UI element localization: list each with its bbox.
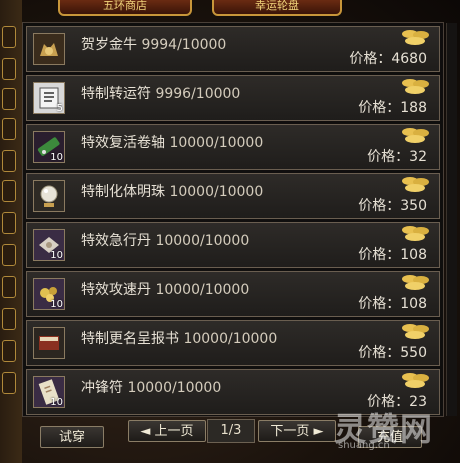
item-name: 特制更名呈报书 10000/10000 [81, 331, 278, 347]
item-price: 价格：550 [358, 345, 427, 361]
scrollbar[interactable] [446, 23, 457, 416]
item-price: 价格：32 [367, 149, 427, 165]
gold-ingot-icon [402, 177, 429, 192]
gold-ingot-icon [402, 275, 429, 290]
shop-item[interactable]: 5 特制转运符 9996/10000 价格：188 [26, 75, 440, 121]
item-price: 价格：350 [358, 198, 427, 214]
item-price: 价格：188 [358, 100, 427, 116]
hotbar-slot[interactable] [2, 88, 16, 110]
speed-pill-icon: 10 [33, 229, 65, 261]
item-price: 价格：108 [358, 247, 427, 263]
hotbar-slot[interactable] [2, 276, 16, 298]
left-hotbar [0, 0, 22, 463]
hotbar-slot[interactable] [2, 212, 16, 234]
charge-talisman-icon: 10 [33, 376, 65, 408]
hotbar-slot[interactable] [2, 26, 16, 48]
shop-item[interactable]: 10 特效复活卷轴 10000/10000 价格：32 [26, 124, 440, 170]
luck-charm-icon: 5 [33, 82, 65, 114]
item-name: 特制转运符 9996/10000 [81, 86, 241, 102]
site-watermark: 灵赞网 shuang.cn [334, 410, 434, 451]
item-name: 特效攻速丹 10000/10000 [81, 282, 250, 298]
gold-ingot-icon [402, 373, 429, 388]
shop-item[interactable]: 10 特效急行丹 10000/10000 价格：108 [26, 222, 440, 268]
shop-item[interactable]: 特制更名呈报书 10000/10000 价格：550 [26, 320, 440, 366]
rename-book-icon [33, 327, 65, 359]
hotbar-slot[interactable] [2, 150, 16, 172]
hotbar-slot[interactable] [2, 244, 16, 266]
item-name: 特制化体明珠 10000/10000 [81, 184, 264, 200]
item-name: 贺岁金牛 9994/10000 [81, 37, 227, 53]
gold-ingot-icon [402, 226, 429, 241]
hotbar-slot[interactable] [2, 58, 16, 80]
hotbar-slot[interactable] [2, 180, 16, 202]
try-on-button[interactable]: 试穿 [40, 426, 104, 448]
item-name: 冲锋符 10000/10000 [81, 380, 222, 396]
item-price: 价格：108 [358, 296, 427, 312]
item-name: 特效急行丹 10000/10000 [81, 233, 250, 249]
shop-item[interactable]: 10 特效攻速丹 10000/10000 价格：108 [26, 271, 440, 317]
revive-scroll-icon: 10 [33, 131, 65, 163]
shop-item-list: 贺岁金牛 9994/10000 价格：4680 5 特制转运符 9996/100… [22, 22, 457, 417]
tab-lucky-wheel[interactable]: 幸运轮盘 [212, 0, 342, 16]
pearl-icon [33, 180, 65, 212]
page-indicator: 1/3 [207, 419, 255, 443]
gold-ingot-icon [402, 30, 429, 45]
tab-wuhuan-shop[interactable]: 五环商店 [58, 0, 192, 16]
gold-ingot-icon [402, 79, 429, 94]
hotbar-slot[interactable] [2, 308, 16, 330]
prev-page-button[interactable]: ◄ 上一页 [128, 420, 206, 442]
hotbar-slot[interactable] [2, 118, 16, 140]
next-page-button[interactable]: 下一页 ► [258, 420, 336, 442]
shop-item[interactable]: 贺岁金牛 9994/10000 价格：4680 [26, 26, 440, 72]
hotbar-slot[interactable] [2, 340, 16, 362]
shop-item[interactable]: 特制化体明珠 10000/10000 价格：350 [26, 173, 440, 219]
hotbar-slot[interactable] [2, 372, 16, 394]
gold-ingot-icon [402, 324, 429, 339]
gold-ingot-icon [402, 128, 429, 143]
golden-bull-icon [33, 33, 65, 65]
item-price: 价格：4680 [349, 51, 427, 67]
item-name: 特效复活卷轴 10000/10000 [81, 135, 264, 151]
attack-speed-pill-icon: 10 [33, 278, 65, 310]
